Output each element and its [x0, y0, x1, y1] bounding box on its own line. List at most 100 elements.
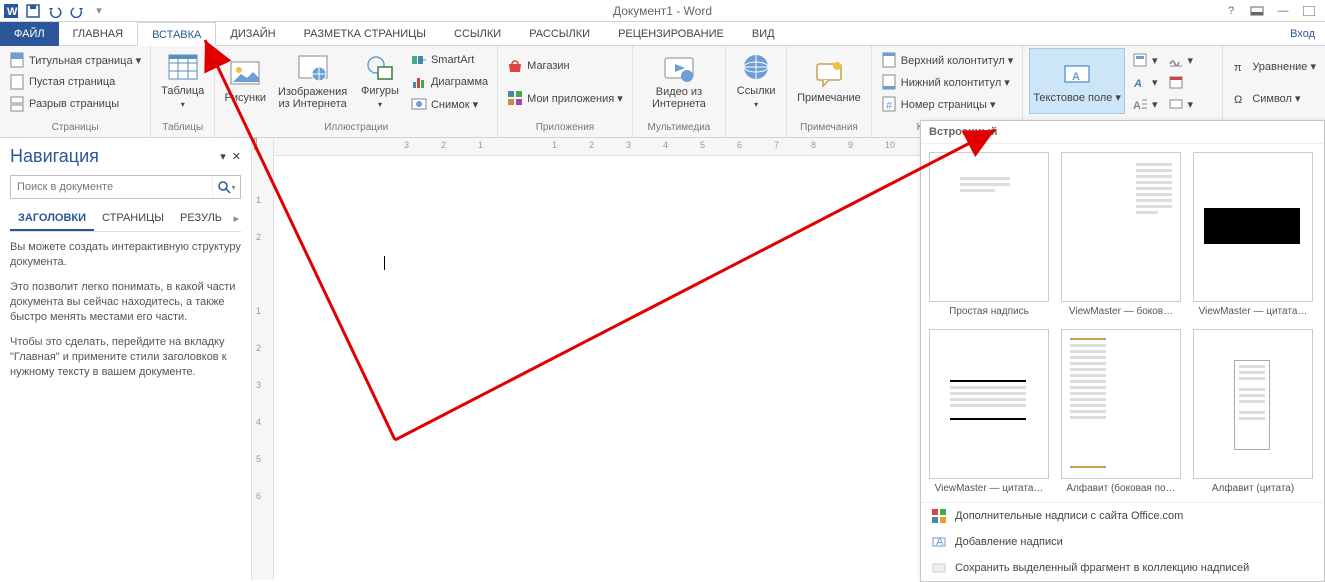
- page-number-button[interactable]: #Номер страницы ▾: [878, 94, 1017, 114]
- tab-references[interactable]: ССЫЛКИ: [440, 22, 515, 46]
- online-pictures-button[interactable]: Изображения из Интернета: [273, 48, 352, 114]
- shapes-button[interactable]: Фигуры▾: [356, 48, 404, 114]
- svg-text:#: #: [886, 100, 893, 112]
- table-icon: [167, 51, 199, 83]
- window-title: Документ1 - Word: [613, 4, 712, 18]
- nav-title: Навигация: [10, 146, 99, 167]
- maximize-icon[interactable]: [1301, 4, 1317, 18]
- comment-button[interactable]: Примечание: [793, 48, 865, 114]
- group-apps: Магазин Мои приложения ▾ Приложения: [498, 46, 633, 137]
- titlebar: W ▾ Документ1 - Word ? —: [0, 0, 1325, 22]
- footer-icon: [881, 74, 897, 90]
- links-button[interactable]: Ссылки▾: [732, 48, 780, 114]
- gallery-item[interactable]: ViewMaster — боков…: [1061, 152, 1181, 317]
- wordart-button[interactable]: A▾: [1129, 72, 1161, 92]
- tab-insert[interactable]: ВСТАВКА: [137, 22, 216, 46]
- dropcap-button[interactable]: A▾: [1129, 94, 1161, 114]
- save-icon[interactable]: [26, 4, 40, 18]
- online-video-button[interactable]: Видео из Интернета: [639, 48, 719, 114]
- gallery-item[interactable]: Алфавит (боковая по…: [1061, 329, 1181, 494]
- tab-review[interactable]: РЕЦЕНЗИРОВАНИЕ: [604, 22, 738, 46]
- smartart-button[interactable]: SmartArt: [408, 50, 491, 70]
- object-button[interactable]: ▾: [1165, 94, 1197, 114]
- text-cursor: [384, 256, 385, 270]
- group-comments: Примечание Примечания: [787, 46, 872, 137]
- ribbon-display-icon[interactable]: [1249, 4, 1265, 18]
- nav-tab-scroll-icon[interactable]: ▸: [231, 207, 241, 231]
- group-media-label: Мультимедиа: [639, 122, 719, 135]
- draw-textbox-option[interactable]: AДобавление надписи: [921, 529, 1324, 555]
- myapps-icon: [507, 90, 523, 106]
- page-break-icon: [9, 96, 25, 112]
- table-button[interactable]: Таблица▾: [157, 48, 208, 114]
- nav-searchbox[interactable]: ▾: [10, 175, 241, 199]
- nav-tab-headings[interactable]: Заголовки: [10, 207, 94, 231]
- tab-file[interactable]: ФАЙЛ: [0, 22, 59, 46]
- link-icon: [740, 51, 772, 83]
- more-from-office-option[interactable]: Дополнительные надписи с сайта Office.co…: [921, 503, 1324, 529]
- gallery-item[interactable]: ViewMaster — цитата…: [1193, 152, 1313, 317]
- redo-icon[interactable]: [70, 4, 84, 18]
- gallery-item[interactable]: Алфавит (цитата): [1193, 329, 1313, 494]
- nav-tab-results[interactable]: РЕЗУЛЬ: [172, 207, 228, 231]
- window-controls: ? —: [1223, 4, 1325, 18]
- group-pages: Титульная страница ▾ Пустая страница Раз…: [0, 46, 151, 137]
- group-apps-label: Приложения: [504, 122, 626, 135]
- tab-layout[interactable]: РАЗМЕТКА СТРАНИЦЫ: [290, 22, 440, 46]
- qat-more-icon[interactable]: ▾: [92, 4, 106, 18]
- tab-view[interactable]: ВИД: [738, 22, 789, 46]
- footer-button[interactable]: Нижний колонтитул ▾: [878, 72, 1017, 92]
- online-pictures-icon: [297, 52, 329, 84]
- page-break-button[interactable]: Разрыв страницы: [6, 94, 144, 114]
- chart-button[interactable]: Диаграмма: [408, 72, 491, 92]
- blank-page-button[interactable]: Пустая страница: [6, 72, 144, 92]
- office-icon: [931, 508, 947, 524]
- ribbon-tabs: ФАЙЛ ГЛАВНАЯ ВСТАВКА ДИЗАЙН РАЗМЕТКА СТР…: [0, 22, 1325, 46]
- search-input[interactable]: [11, 176, 212, 198]
- group-illustrations-label: Иллюстрации: [221, 122, 491, 135]
- datetime-button[interactable]: [1165, 72, 1197, 92]
- sign-in-link[interactable]: Вход: [1290, 22, 1315, 46]
- nav-hint-text: Это позволит легко понимать, в какой час…: [10, 280, 241, 325]
- gallery-item[interactable]: ViewMaster — цитата…: [929, 329, 1049, 494]
- symbol-button[interactable]: ΩСимвол ▾: [1229, 88, 1319, 108]
- undo-icon[interactable]: [48, 4, 62, 18]
- textbox-button[interactable]: AТекстовое поле ▾: [1029, 48, 1125, 114]
- gallery-item[interactable]: Простая надпись: [929, 152, 1049, 317]
- svg-text:Ω: Ω: [1234, 94, 1242, 106]
- shapes-icon: [364, 51, 396, 83]
- signature-icon: [1168, 52, 1184, 68]
- equation-button[interactable]: πУравнение ▾: [1229, 56, 1319, 76]
- nav-dropdown-icon[interactable]: ▾: [220, 150, 226, 163]
- help-icon[interactable]: ?: [1223, 4, 1239, 18]
- tab-design[interactable]: ДИЗАЙН: [216, 22, 289, 46]
- tab-home[interactable]: ГЛАВНАЯ: [59, 22, 137, 46]
- myapps-button[interactable]: Мои приложения ▾: [504, 88, 626, 108]
- textbox-icon: A: [1061, 58, 1093, 90]
- word-icon: W: [4, 4, 18, 18]
- video-icon: [663, 52, 695, 84]
- cover-page-icon: [9, 52, 25, 68]
- group-media: Видео из Интернета Мультимедиа: [633, 46, 726, 137]
- tab-mailings[interactable]: РАССЫЛКИ: [515, 22, 604, 46]
- store-icon: [507, 58, 523, 74]
- blank-page-icon: [9, 74, 25, 90]
- signature-button[interactable]: ▾: [1165, 50, 1197, 70]
- nav-close-icon[interactable]: ✕: [232, 150, 241, 163]
- page-number-icon: #: [881, 96, 897, 112]
- minimize-icon[interactable]: —: [1275, 4, 1291, 18]
- comment-icon: [813, 58, 845, 90]
- quick-parts-button[interactable]: ▾: [1129, 50, 1161, 70]
- dropcap-icon: A: [1132, 96, 1148, 112]
- search-icon[interactable]: ▾: [212, 176, 240, 198]
- svg-text:A: A: [936, 536, 944, 548]
- header-button[interactable]: Верхний колонтитул ▾: [878, 50, 1017, 70]
- smartart-icon: [411, 52, 427, 68]
- pictures-button[interactable]: Рисунки: [221, 48, 269, 114]
- screenshot-button[interactable]: Снимок ▾: [408, 94, 491, 114]
- pictures-icon: [229, 58, 261, 90]
- nav-tab-pages[interactable]: Страницы: [94, 207, 172, 231]
- store-button[interactable]: Магазин: [504, 56, 626, 76]
- cover-page-button[interactable]: Титульная страница ▾: [6, 50, 144, 70]
- svg-text:A: A: [1133, 100, 1141, 112]
